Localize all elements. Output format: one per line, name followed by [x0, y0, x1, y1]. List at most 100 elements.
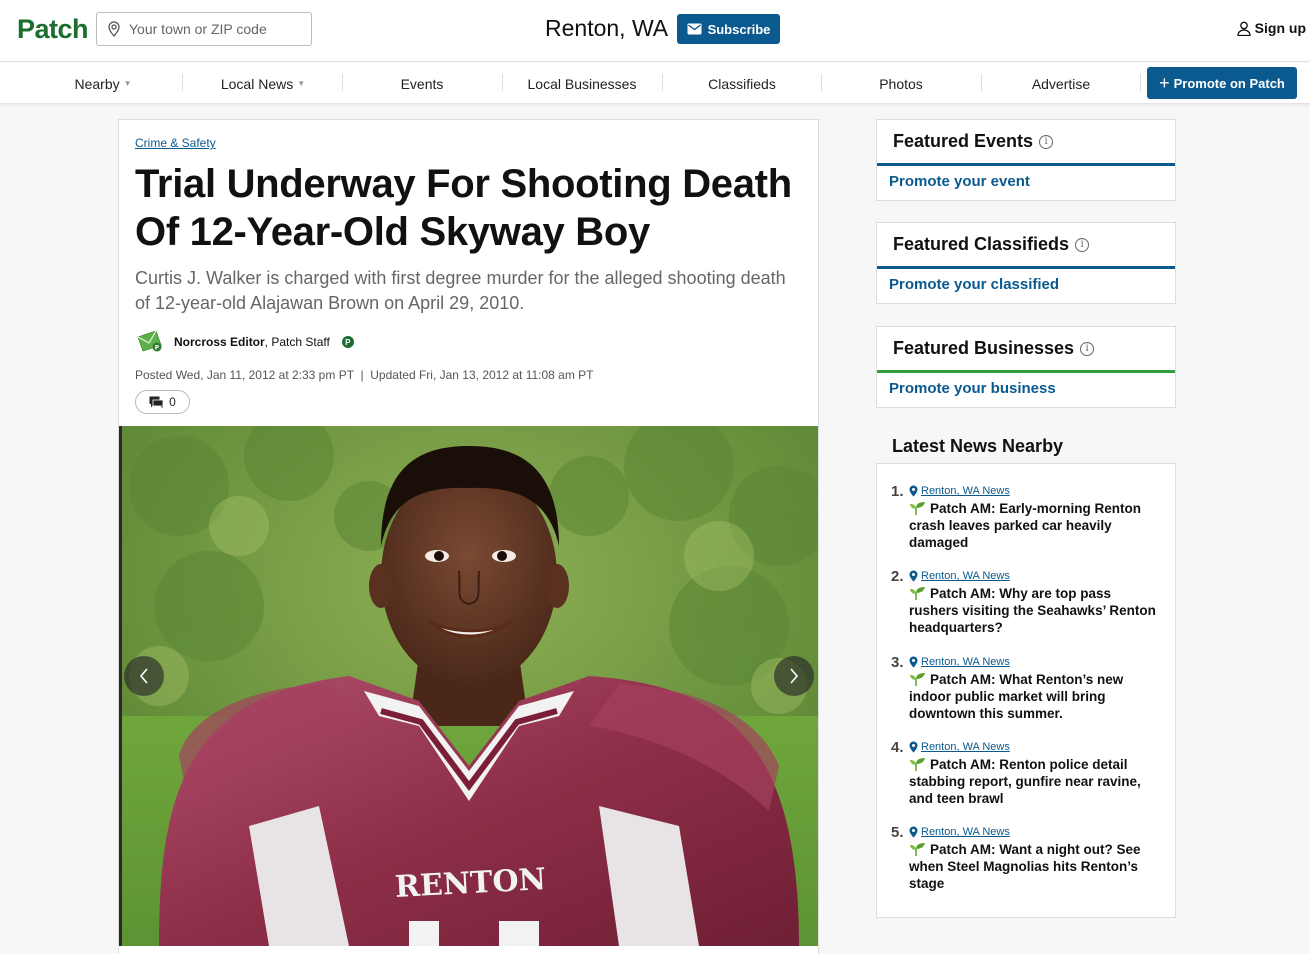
comments-button[interactable]: 0 — [135, 390, 190, 414]
next-photo-button[interactable] — [774, 656, 814, 696]
town-name: Renton, WA — [545, 15, 669, 41]
news-source-label: Renton, WA News — [921, 485, 1010, 497]
news-headline[interactable]: Patch AM: Early-morning Renton crash lea… — [909, 500, 1164, 551]
nav-label: Local Businesses — [527, 75, 637, 92]
subscribe-button[interactable]: Subscribe — [677, 14, 780, 44]
news-headline-text: Patch AM: Want a night out? See when Ste… — [909, 842, 1141, 891]
nav-item-classifieds[interactable]: Classifieds — [662, 63, 822, 104]
user-icon — [1237, 21, 1251, 36]
news-headline-text: Patch AM: Why are top pass rushers visit… — [909, 586, 1156, 635]
news-headline[interactable]: Patch AM: Renton police detail stabbing … — [909, 756, 1164, 807]
news-source-label: Renton, WA News — [921, 656, 1010, 668]
article-photo[interactable]: RENTON — [119, 426, 818, 946]
town-search-input[interactable] — [129, 21, 299, 37]
patch-logo[interactable]: Patch — [17, 14, 89, 45]
news-headline[interactable]: Patch AM: What Renton’s new indoor publi… — [909, 671, 1164, 722]
signup-label: Sign up — [1254, 20, 1306, 36]
card-header: Featured Classifieds i — [877, 223, 1175, 266]
category-link[interactable]: Crime & Safety — [135, 136, 216, 150]
nav-label: Photos — [879, 75, 923, 92]
info-icon[interactable]: i — [1075, 237, 1090, 252]
main-nav: Nearby ▼ Local News ▼ Events Local Busines… — [0, 63, 1310, 104]
nav-item-advertise[interactable]: Advertise — [981, 63, 1141, 104]
news-rank: 5. — [891, 824, 904, 841]
signup-link[interactable]: Sign up — [1237, 20, 1306, 36]
author-role: , Patch Staff — [264, 335, 330, 349]
author-byline: P Norcross Editor, Patch Staff P — [135, 328, 354, 356]
nav-item-nearby[interactable]: Nearby ▼ — [23, 63, 183, 104]
article-dates: Posted Wed, Jan 11, 2012 at 2:33 pm PT |… — [135, 368, 594, 382]
featured-events-card: Featured Events i Promote your event — [876, 119, 1176, 201]
plus-icon: + — [1159, 73, 1170, 93]
location-pin-icon — [909, 741, 918, 753]
author-avatar[interactable]: P — [135, 328, 166, 356]
location-pin-icon — [909, 656, 918, 668]
prev-photo-button[interactable] — [124, 656, 164, 696]
news-rank: 2. — [891, 568, 904, 585]
nav-item-local-businesses[interactable]: Local Businesses — [502, 63, 662, 104]
news-headline[interactable]: Patch AM: Why are top pass rushers visit… — [909, 585, 1164, 636]
site-header: Patch Renton, WA Subscribe Sign up — [0, 0, 1310, 62]
nav-divider — [1140, 74, 1141, 91]
promote-classified-link[interactable]: Promote your classified — [877, 269, 1175, 303]
nav-label: Nearby — [74, 75, 120, 92]
nav-label: Local News — [220, 75, 294, 92]
news-headline-text: Patch AM: What Renton’s new indoor publi… — [909, 672, 1124, 721]
article-card: Crime & Safety Trial Underway For Shooti… — [118, 119, 819, 954]
card-header: Featured Events i — [877, 120, 1175, 163]
comment-icon — [149, 396, 164, 408]
news-source-label: Renton, WA News — [921, 826, 1010, 838]
sprout-icon — [910, 843, 925, 856]
patch-staff-badge-icon: P — [341, 336, 354, 348]
nav-label: Events — [400, 75, 444, 92]
news-rank: 3. — [891, 654, 904, 671]
card-header: Featured Businesses i — [877, 327, 1175, 370]
chevron-left-icon — [139, 668, 148, 684]
card-title: Featured Classifieds — [893, 234, 1070, 254]
news-rank: 1. — [891, 483, 904, 500]
location-pin-icon — [909, 570, 918, 582]
nav-label: Advertise — [1031, 75, 1091, 92]
chevron-down-icon: ▼ — [297, 79, 306, 88]
sprout-icon — [910, 587, 925, 600]
mail-icon — [687, 23, 702, 35]
author-name[interactable]: Norcross Editor — [174, 335, 265, 349]
town-search[interactable] — [96, 12, 312, 46]
promote-label: Promote on Patch — [1173, 75, 1285, 91]
info-icon[interactable]: i — [1039, 134, 1054, 149]
news-source-link[interactable]: Renton, WA News — [909, 656, 1010, 668]
article-headline: Trial Underway For Shooting Death Of 12-… — [135, 162, 792, 254]
card-title: Featured Businesses — [893, 338, 1075, 358]
news-rank: 4. — [891, 739, 904, 756]
news-headline[interactable]: Patch AM: Want a night out? See when Ste… — [909, 841, 1164, 892]
subscribe-label: Subscribe — [707, 21, 771, 37]
info-icon[interactable]: i — [1080, 341, 1095, 356]
nav-item-photos[interactable]: Photos — [821, 63, 981, 104]
location-pin-icon — [108, 21, 120, 37]
svg-text:P: P — [155, 345, 160, 352]
news-source-link[interactable]: Renton, WA News — [909, 826, 1010, 838]
news-source-link[interactable]: Renton, WA News — [909, 485, 1010, 497]
news-source-link[interactable]: Renton, WA News — [909, 570, 1010, 582]
promote-business-link[interactable]: Promote your business — [877, 373, 1175, 407]
location-pin-icon — [909, 826, 918, 838]
comment-count: 0 — [169, 395, 176, 409]
sprout-icon — [910, 502, 925, 515]
card-title: Featured Events — [893, 131, 1034, 151]
nav-item-events[interactable]: Events — [342, 63, 502, 104]
nav-item-local-news[interactable]: Local News ▼ — [183, 63, 343, 104]
sprout-icon — [910, 758, 925, 771]
chevron-down-icon: ▼ — [123, 79, 132, 88]
news-headline-text: Patch AM: Early-morning Renton crash lea… — [909, 501, 1142, 550]
boy-football-photo: RENTON — [119, 426, 818, 946]
promote-event-link[interactable]: Promote your event — [877, 166, 1175, 200]
article-summary: Curtis J. Walker is charged with first d… — [135, 268, 786, 313]
sprout-icon — [910, 673, 925, 686]
news-source-label: Renton, WA News — [921, 741, 1010, 753]
news-source-label: Renton, WA News — [921, 570, 1010, 582]
location-pin-icon — [909, 485, 918, 497]
latest-news-title: Latest News Nearby — [892, 436, 1064, 456]
promote-on-patch-button[interactable]: + Promote on Patch — [1147, 67, 1297, 99]
chevron-right-icon — [790, 668, 799, 684]
news-source-link[interactable]: Renton, WA News — [909, 741, 1010, 753]
